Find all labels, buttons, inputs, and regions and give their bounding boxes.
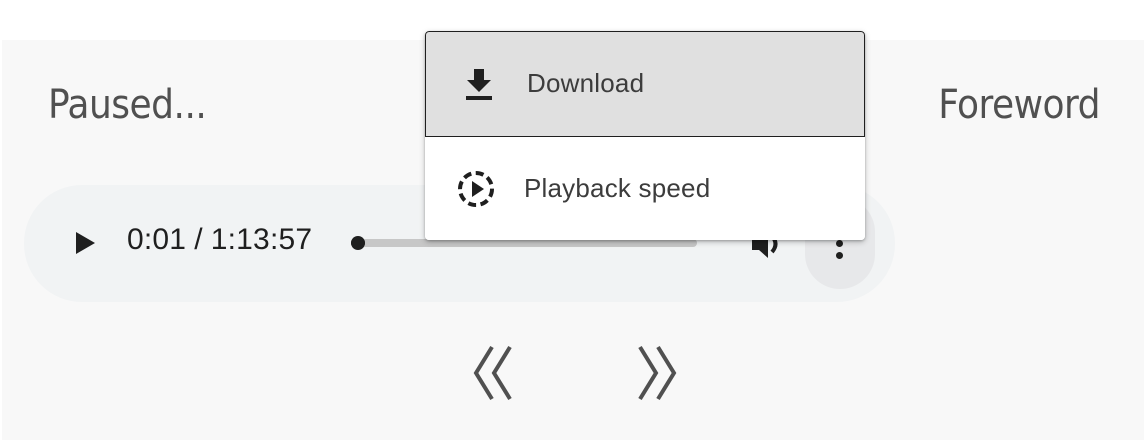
playback-speed-icon [458,171,494,207]
previous-chapter-button[interactable] [470,343,520,403]
chapter-title: Foreword [938,82,1100,128]
time-separator: / [194,223,203,256]
menu-item-label: Playback speed [524,173,711,203]
menu-item-label: Download [527,68,645,98]
current-time: 0:01 [127,223,187,256]
time-display: 0:01/1:13:57 [127,223,312,257]
seek-thumb[interactable] [351,236,365,250]
menu-item-download[interactable]: Download [425,31,865,137]
menu-item-playback-speed[interactable]: Playback speed [425,137,865,240]
duration: 1:13:57 [210,223,313,256]
play-icon [76,232,95,254]
double-chevron-left-icon [473,345,512,401]
double-chevron-right-icon [638,345,677,401]
options-menu: Download Playback speed [425,31,865,240]
download-icon [466,69,492,100]
next-chapter-button[interactable] [632,343,682,403]
playback-status: Paused... [48,82,207,128]
seek-bar[interactable] [351,236,697,250]
play-button[interactable] [68,227,100,259]
